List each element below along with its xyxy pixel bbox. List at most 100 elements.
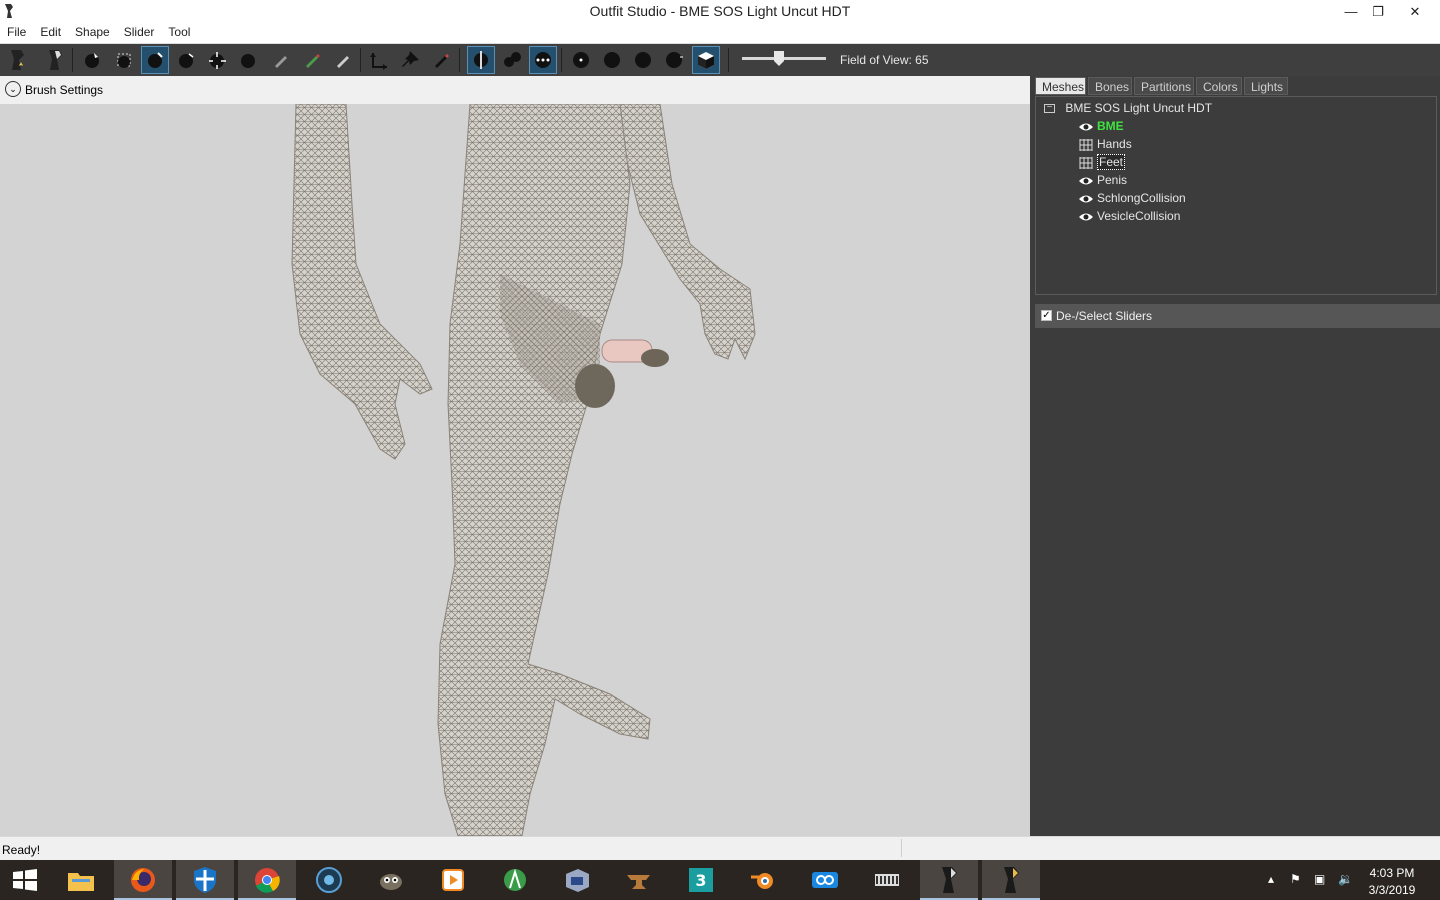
show-vertices-button[interactable] [567,46,595,74]
taskbar-outfit-studio-1[interactable] [920,860,978,900]
clock-date[interactable]: 3/3/2019 [1360,883,1424,897]
tab-colors[interactable]: Colors [1196,77,1242,95]
chevron-down-icon[interactable]: ⌄ [5,81,21,97]
3d-viewport[interactable] [0,104,1030,836]
taskbar-camera-app[interactable] [300,860,358,900]
taskbar: 3 ▴ ⚑ ▣ 🔉 4:03 PM 3/3/2019 [0,860,1440,900]
firefox-icon [131,868,155,892]
select-tool-button[interactable] [78,46,106,74]
color-brush-button[interactable] [298,46,326,74]
color-brush-icon [306,54,320,68]
taskbar-anvil-app[interactable] [610,860,668,900]
mirror-x-button[interactable] [467,46,495,74]
fov-slider-thumb[interactable] [774,51,784,66]
mask-brush-icon [117,53,131,68]
connected-only-button[interactable] [498,46,526,74]
pivot-button[interactable] [396,46,424,74]
mesh-item-bme[interactable]: BME [1078,117,1124,135]
show-wireframe-button[interactable] [598,46,626,74]
tab-lights[interactable]: Lights [1244,77,1288,95]
taskbar-firefox[interactable] [114,860,172,900]
mesh-item-label: SchlongCollision [1097,191,1186,205]
menu-edit[interactable]: Edit [33,23,68,39]
mask-view-button[interactable] [692,46,720,74]
taskbar-media-player[interactable] [424,860,482,900]
mirror-icon [474,51,488,69]
mesh-item-penis[interactable]: Penis [1078,171,1127,189]
eye-icon[interactable] [1078,193,1094,205]
toolbar-separator [72,48,73,72]
tab-partitions[interactable]: Partitions [1134,77,1194,95]
select-brush-icon [85,53,99,68]
3ds-max-icon: 3 [689,868,713,892]
lighting-button[interactable] [629,46,657,74]
start-button[interactable] [0,860,50,900]
deflate-brush-button[interactable] [172,46,200,74]
menu-file[interactable]: File [0,23,33,39]
blender-icon [751,873,773,889]
mesh-item-feet[interactable]: Feet [1078,153,1126,171]
tree-root[interactable]: − BME SOS Light Uncut HDT [1044,99,1212,117]
chevron-up-icon[interactable]: ▴ [1268,872,1274,886]
taskbar-chrome[interactable] [238,860,296,900]
transform-button[interactable] [366,46,394,74]
taskbar-link-app[interactable] [796,860,854,900]
mesh-item-hands[interactable]: Hands [1078,135,1132,153]
weight-brush-button[interactable] [267,46,295,74]
alpha-brush-button[interactable] [329,46,357,74]
mesh-tree: − BME SOS Light Uncut HDT BME Hands Feet… [1035,96,1437,295]
taskbar-mod-organizer[interactable] [858,860,916,900]
taskbar-outfit-studio-2[interactable] [982,860,1040,900]
taskbar-defender[interactable] [176,860,234,900]
menu-tool[interactable]: Tool [161,23,197,39]
taskbar-blender[interactable] [734,860,792,900]
deselect-sliders-label[interactable]: De-/Select Sliders [1056,309,1152,323]
taskbar-3ds-max[interactable]: 3 [672,860,730,900]
inflate-brush-button[interactable] [141,46,169,74]
volume-icon[interactable]: 🔉 [1338,872,1353,886]
menu-shape[interactable]: Shape [68,23,117,39]
clock-time[interactable]: 4:03 PM [1360,866,1424,880]
eye-icon[interactable] [1078,211,1094,223]
new-project-button[interactable] [4,46,32,74]
status-separator [901,839,902,857]
sliders-header: ✓ De-/Select Sliders [1035,304,1440,328]
windows-icon [13,869,37,891]
vertex-edit-button[interactable] [427,46,455,74]
tab-bones[interactable]: Bones [1088,77,1132,95]
move-brush-button[interactable] [203,46,231,74]
fov-slider-track[interactable] [742,57,826,60]
menu-bar: File Edit Shape Slider Tool [0,23,1440,44]
collapse-icon[interactable]: − [1044,103,1055,114]
taskbar-android-studio[interactable] [486,860,544,900]
textures-button[interactable] [660,46,688,74]
eye-icon[interactable] [1078,121,1094,133]
close-button[interactable]: ✕ [1392,0,1438,23]
taskbar-gimp[interactable] [362,860,420,900]
taskbar-virtualbox[interactable] [548,860,606,900]
weight-brush-icon [275,56,287,68]
vertices-icon [573,52,589,68]
flag-icon[interactable]: ⚑ [1290,872,1301,886]
brush-settings-header[interactable]: ⌄ Brush Settings [0,76,1030,104]
taskbar-file-explorer[interactable] [52,860,110,900]
grid-icon[interactable] [1078,138,1094,151]
eye-icon[interactable] [1078,175,1094,187]
mesh-item-label: Penis [1097,173,1128,187]
mesh-item-vesiclecollision[interactable]: VesicleCollision [1078,207,1180,225]
mesh-item-label: Feet [1097,154,1126,170]
save-project-button[interactable] [42,46,70,74]
mesh-item-label: BME [1097,119,1124,133]
lighting-icon [635,52,651,68]
menu-slider[interactable]: Slider [117,23,162,39]
mesh-item-schlongcollision[interactable]: SchlongCollision [1078,189,1186,207]
mask-tool-button[interactable] [110,46,138,74]
grid-icon[interactable] [1078,156,1094,169]
deselect-sliders-checkbox[interactable]: ✓ [1041,310,1052,321]
scrotum-mesh [575,364,615,408]
pencil-icon [435,54,449,68]
tab-meshes[interactable]: Meshes [1035,77,1086,95]
smooth-brush-button[interactable] [234,46,262,74]
network-icon[interactable]: ▣ [1314,872,1325,886]
global-brush-button[interactable] [529,46,557,74]
